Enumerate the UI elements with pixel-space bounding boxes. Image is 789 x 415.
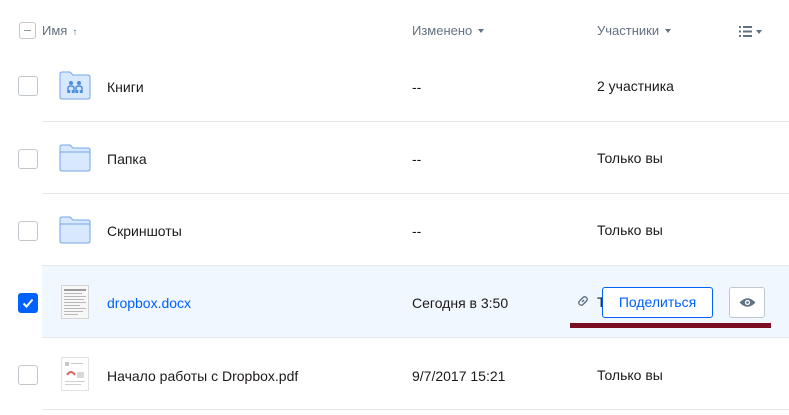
row-divider <box>42 409 789 410</box>
file-name[interactable]: Книги <box>107 79 144 95</box>
row-checkbox[interactable] <box>18 365 38 385</box>
folder-icon <box>59 216 91 244</box>
file-row[interactable]: Книги -- 2 участника <box>0 50 789 122</box>
modified-date: Сегодня в 3:50 <box>412 295 509 311</box>
file-name[interactable]: Скриншоты <box>107 223 182 239</box>
members-column-label: Участники <box>597 23 660 38</box>
file-row[interactable]: Начало работы с Dropbox.pdf 9/7/2017 15:… <box>0 338 789 410</box>
modified-column-header[interactable]: Изменено <box>412 23 485 38</box>
members-column-header[interactable]: Участники <box>597 23 672 38</box>
row-checkbox[interactable] <box>18 221 38 241</box>
file-row[interactable]: Папка -- Только вы <box>0 122 789 194</box>
sort-ascending-icon: ↑ <box>72 27 78 38</box>
view-mode-toggle[interactable] <box>739 24 771 40</box>
file-row-selected[interactable]: dropbox.docx Сегодня в 3:50 Т Поделиться <box>0 266 789 338</box>
preview-button[interactable] <box>729 287 765 318</box>
chevron-down-icon <box>665 28 672 33</box>
modified-date: -- <box>412 223 422 239</box>
chevron-down-icon <box>756 30 762 34</box>
modified-date: -- <box>412 79 422 95</box>
members-info: Только вы <box>597 222 663 238</box>
modified-date: -- <box>412 151 422 167</box>
checkmark-icon <box>22 298 34 308</box>
eye-icon <box>739 298 756 307</box>
list-view-icon <box>739 26 752 37</box>
file-name-link[interactable]: dropbox.docx <box>107 295 191 311</box>
modified-date: 9/7/2017 15:21 <box>412 368 506 384</box>
pdf-thumbnail-icon <box>61 357 89 391</box>
highlight-underline <box>570 323 771 328</box>
file-name[interactable]: Начало работы с Dropbox.pdf <box>107 368 298 384</box>
name-column-label: Имя <box>42 23 68 38</box>
file-row[interactable]: Скриншоты -- Только вы <box>0 194 789 266</box>
members-info: 2 участника <box>597 78 674 94</box>
indeterminate-dash-icon <box>24 30 31 31</box>
row-checkbox[interactable] <box>18 149 38 169</box>
docx-thumbnail-icon <box>61 285 89 319</box>
members-info: Только вы <box>597 367 663 383</box>
link-icon[interactable] <box>576 294 590 308</box>
shared-folder-icon <box>59 71 91 100</box>
chevron-down-icon <box>478 28 485 33</box>
row-checkbox-checked[interactable] <box>18 293 38 313</box>
folder-icon <box>59 144 91 172</box>
file-list-header: Имя ↑ Изменено Участники <box>0 0 789 50</box>
share-button[interactable]: Поделиться <box>602 287 713 318</box>
row-checkbox[interactable] <box>18 76 38 96</box>
file-name[interactable]: Папка <box>107 151 147 167</box>
name-column-header[interactable]: Имя ↑ <box>42 23 77 38</box>
select-all-checkbox[interactable] <box>19 22 36 39</box>
members-info: Только вы <box>597 150 663 166</box>
modified-column-label: Изменено <box>412 23 473 38</box>
